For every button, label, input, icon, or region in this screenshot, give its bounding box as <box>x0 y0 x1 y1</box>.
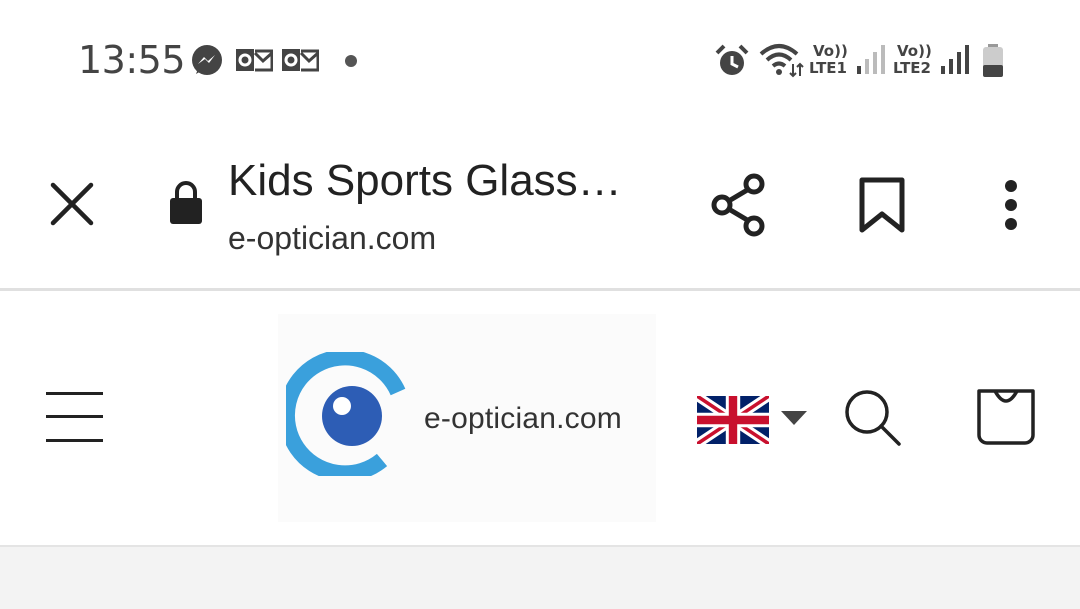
sim1-lte-label: LTE1 <box>809 59 847 77</box>
search-icon[interactable] <box>843 388 903 453</box>
outlook-icon <box>281 46 320 79</box>
uk-flag-icon[interactable] <box>694 392 772 449</box>
toolbar-divider <box>0 288 1080 291</box>
page-title[interactable]: Kids Sports Glass… <box>228 156 622 206</box>
battery-icon <box>981 43 1005 84</box>
logo-eye-icon <box>286 352 406 476</box>
close-icon[interactable] <box>50 182 94 231</box>
lock-icon[interactable] <box>168 180 204 231</box>
alarm-icon <box>714 43 750 84</box>
wifi-icon <box>759 42 805 83</box>
page-domain[interactable]: e-optician.com <box>228 220 436 257</box>
more-icon[interactable] <box>1000 178 1022 237</box>
share-icon[interactable] <box>708 172 770 243</box>
status-time: 13:55 <box>78 38 186 82</box>
cart-bag-icon[interactable] <box>975 387 1037 452</box>
logo-text: e-optician.com <box>424 402 622 435</box>
signal-icon <box>940 44 970 81</box>
hamburger-menu-icon[interactable] <box>46 390 104 449</box>
messenger-icon <box>190 44 224 83</box>
outlook-icon <box>235 46 274 79</box>
dropdown-arrow-icon[interactable] <box>780 410 808 431</box>
page-content-area <box>0 545 1080 609</box>
bookmark-icon[interactable] <box>858 176 906 239</box>
sim2-lte-label: LTE2 <box>893 59 931 77</box>
sim1-volte-label: Vo)) <box>813 42 848 60</box>
dot-icon <box>344 54 358 73</box>
signal-icon <box>856 44 886 81</box>
status-bar: 13:55 Vo)) LTE1 Vo)) LTE2 <box>0 0 1080 120</box>
sim2-volte-label: Vo)) <box>897 42 932 60</box>
